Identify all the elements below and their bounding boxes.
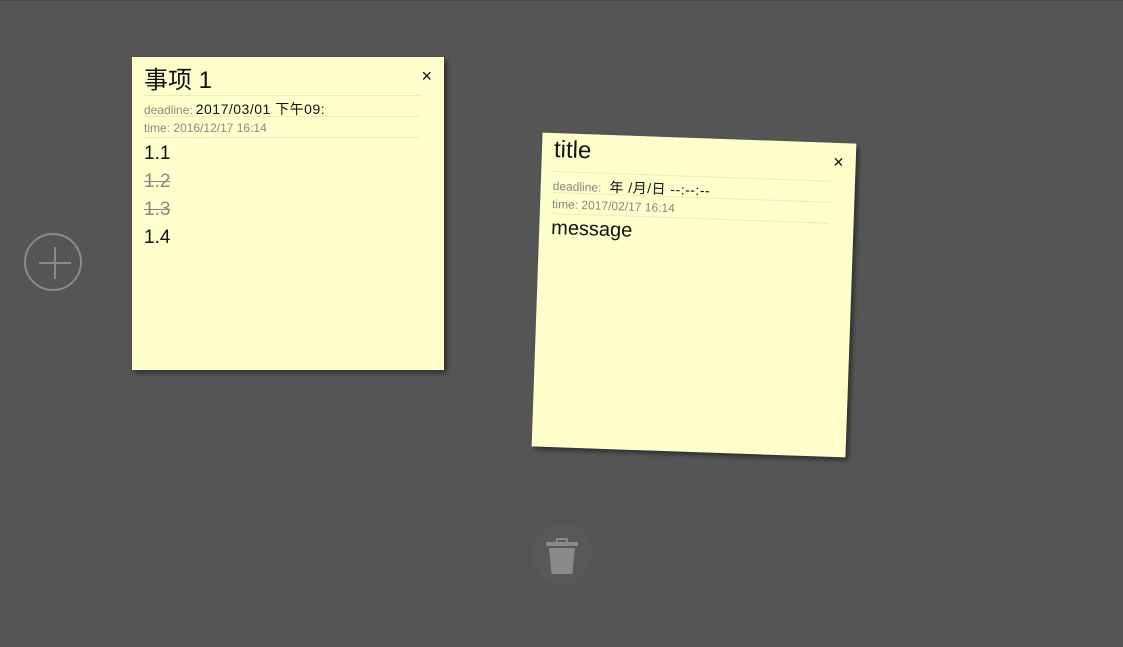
top-border	[0, 0, 1123, 1]
time-label: time:	[551, 196, 579, 212]
plus-icon-vertical	[54, 247, 56, 279]
sticky-note[interactable]: 事项 1 × deadline: 2017/03/01 下午09: time: 2…	[132, 57, 444, 370]
note-content[interactable]: 1.1 1.2 1.3 1.4	[144, 140, 432, 252]
list-item[interactable]: 1.4	[144, 224, 432, 252]
trash-icon	[549, 548, 575, 574]
trash-icon-lid	[546, 542, 578, 546]
add-note-button[interactable]	[24, 233, 82, 291]
deadline-row: deadline: 2017/03/01 下午09:	[144, 95, 420, 117]
close-icon[interactable]: ×	[833, 152, 844, 172]
deadline-label: deadline:	[144, 103, 193, 117]
list-item-completed[interactable]: 1.2	[144, 168, 432, 196]
sticky-note[interactable]: title × deadline: 年 /月/日 --:--:-- time: 2…	[531, 132, 857, 458]
time-value: 2017/02/17 16:14	[581, 198, 676, 216]
deadline-input[interactable]: 2017/03/01 下午09:	[196, 101, 325, 117]
time-label: time:	[144, 121, 171, 135]
time-value: 2016/12/17 16:14	[173, 121, 267, 135]
note-title[interactable]: 事项 1	[144, 60, 212, 95]
note-title[interactable]: title	[553, 136, 592, 165]
trash-drop-zone[interactable]	[532, 524, 592, 584]
list-item-completed[interactable]: 1.3	[144, 196, 432, 224]
time-row: time: 2016/12/17 16:14	[144, 116, 420, 137]
divider	[144, 137, 420, 138]
list-item[interactable]: 1.1	[144, 140, 432, 168]
close-icon[interactable]: ×	[421, 67, 432, 85]
